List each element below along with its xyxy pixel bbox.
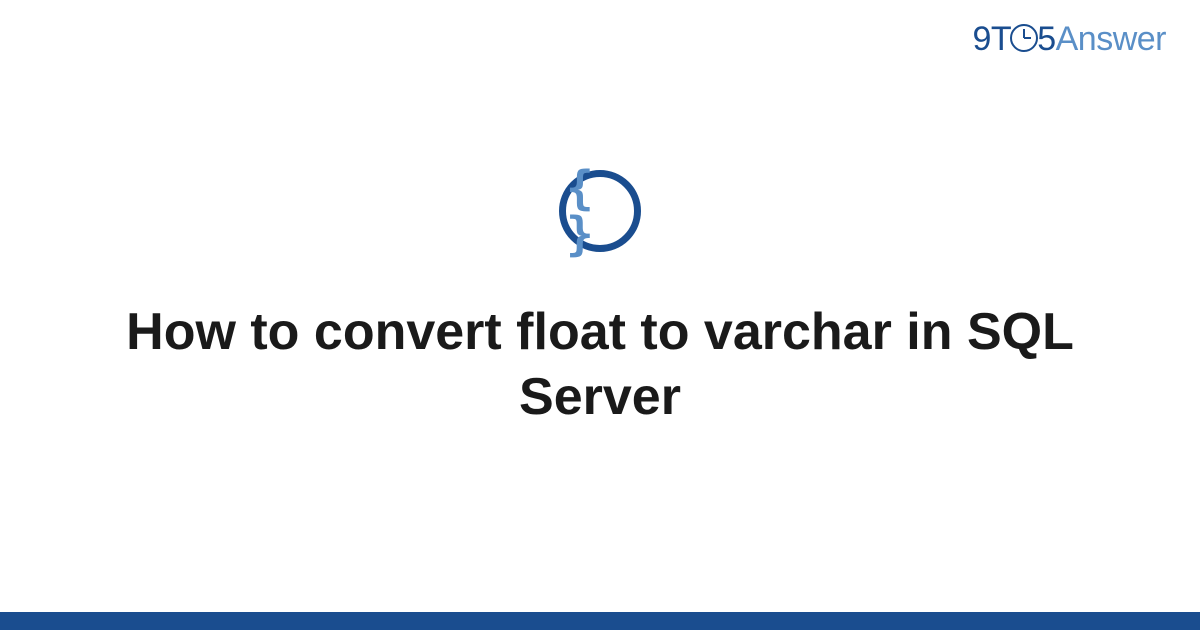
site-logo[interactable]: 9T 5Answer — [973, 20, 1166, 59]
main-content: { } How to convert float to varchar in S… — [0, 0, 1200, 630]
clock-icon — [1010, 24, 1038, 52]
question-title: How to convert float to varchar in SQL S… — [90, 300, 1110, 430]
logo-text-9t: 9T — [973, 20, 1012, 58]
logo-text-answer: Answer — [1056, 20, 1166, 58]
code-icon-circle: { } — [559, 170, 641, 252]
code-braces-icon: { } — [566, 165, 634, 257]
footer-bar — [0, 612, 1200, 630]
logo-text-5: 5 — [1037, 20, 1055, 58]
